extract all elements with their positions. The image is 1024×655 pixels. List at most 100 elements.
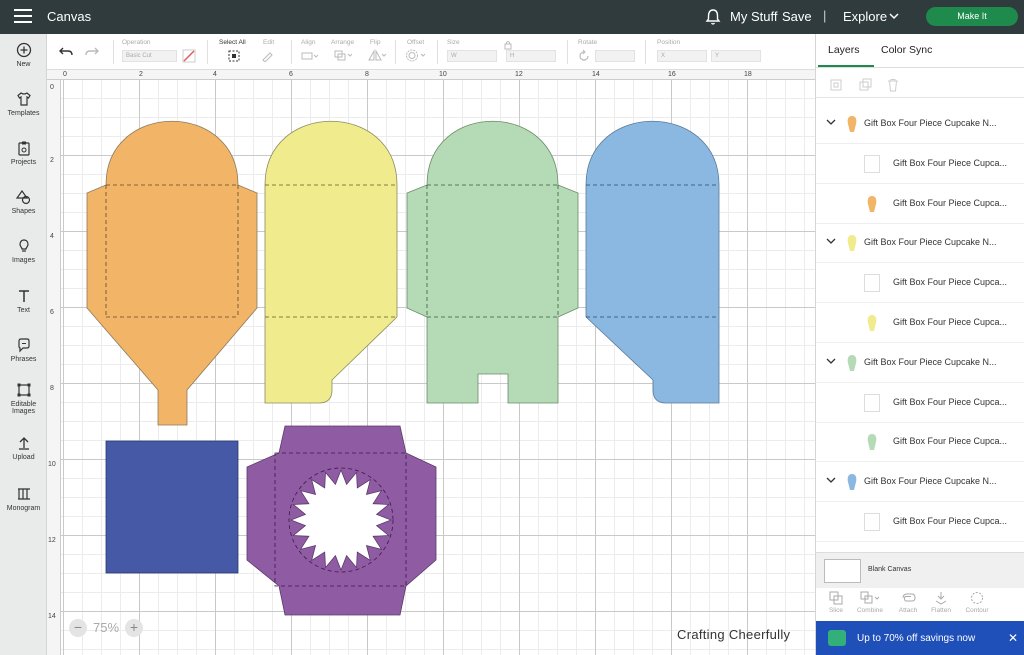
- close-icon[interactable]: ✕: [1008, 631, 1018, 645]
- orange-box-piece[interactable]: [86, 120, 258, 426]
- width-field[interactable]: W: [447, 50, 497, 62]
- layer-name: Gift Box Four Piece Cupca...: [893, 157, 1008, 168]
- layer-row[interactable]: Gift Box Four Piece Cupca...: [816, 144, 1024, 184]
- tab-color-sync[interactable]: Color Sync: [881, 44, 932, 56]
- speech-bubble-icon: [17, 338, 30, 353]
- operation-label: Operation: [122, 39, 151, 46]
- sidebar-item-text[interactable]: Text: [0, 288, 47, 314]
- layer-row[interactable]: Gift Box Four Piece Cupca...: [816, 184, 1024, 224]
- offset-icon[interactable]: [405, 49, 427, 62]
- flatten-button[interactable]: Flatten: [923, 591, 959, 614]
- chevron-down-icon[interactable]: [826, 118, 836, 126]
- shapes-icon: [15, 189, 30, 205]
- operation-select[interactable]: Basic Cut: [122, 50, 177, 62]
- zoom-out-button[interactable]: −: [69, 619, 87, 637]
- chevron-down-icon[interactable]: [889, 12, 899, 20]
- layer-row[interactable]: Gift Box Four Piece Cupca...: [816, 422, 1024, 463]
- edit-pencil-icon[interactable]: [261, 50, 277, 62]
- green-box-piece[interactable]: [406, 120, 579, 404]
- y-field[interactable]: Y: [711, 50, 761, 62]
- layer-row[interactable]: Gift Box Four Piece Cupca...: [816, 303, 1024, 343]
- layer-group-row[interactable]: Gift Box Four Piece Cupcake N...: [816, 343, 1024, 383]
- right-panel: Layers Color Sync Gift Box Four Piece Cu…: [815, 34, 1024, 655]
- sidebar-item-label: Projects: [10, 159, 37, 166]
- ruler-tick: 6: [289, 71, 293, 78]
- blue-box-piece[interactable]: [585, 120, 720, 404]
- layer-group-row[interactable]: Gift Box Four Piece Cupcake N...: [816, 223, 1024, 264]
- height-field[interactable]: H: [506, 50, 556, 62]
- bell-icon[interactable]: [705, 8, 721, 26]
- edit-toolbar: Operation Basic Cut Select All Edit Alig…: [47, 34, 815, 70]
- sidebar-item-shapes[interactable]: Shapes: [0, 189, 47, 215]
- blank-canvas-swatch[interactable]: [824, 559, 861, 583]
- layer-thumbnail: [864, 274, 880, 293]
- attach-label: Attach: [898, 607, 918, 614]
- layer-row[interactable]: Gift Box Four Piece Cupca...: [816, 263, 1024, 304]
- sidebar-item-label: Text: [17, 307, 30, 314]
- text-t-icon: [18, 290, 29, 302]
- make-it-button[interactable]: Make It: [926, 7, 1018, 26]
- select-all-icon[interactable]: [227, 49, 241, 63]
- layer-group-row[interactable]: Gift Box Four Piece Cupcake N...: [816, 104, 1024, 144]
- sidebar-item-projects[interactable]: Projects: [0, 140, 47, 166]
- rotate-icon[interactable]: [577, 49, 591, 63]
- sidebar-item-monogram[interactable]: Monogram: [0, 486, 47, 512]
- yellow-box-piece[interactable]: [264, 120, 398, 404]
- ruler-tick: 0: [63, 71, 67, 78]
- trash-icon[interactable]: [886, 78, 900, 97]
- position-label: Position: [657, 39, 681, 46]
- contour-button[interactable]: Contour: [959, 591, 995, 614]
- layer-row[interactable]: Gift Box Four Piece Cupca...: [816, 502, 1024, 542]
- lock-icon[interactable]: [504, 40, 512, 50]
- paperclip-icon: [902, 593, 916, 602]
- align-icon[interactable]: [300, 50, 318, 62]
- sidebar-item-phrases[interactable]: Phrases: [0, 337, 47, 363]
- tab-layers[interactable]: Layers: [828, 44, 860, 56]
- explore-menu[interactable]: Explore: [843, 9, 887, 24]
- undo-icon[interactable]: [58, 45, 74, 59]
- ruler-tick: 0: [50, 84, 54, 91]
- lightbulb-icon: [18, 239, 29, 252]
- layer-name: Gift Box Four Piece Cupcake N...: [864, 237, 997, 248]
- combine-button[interactable]: Combine: [852, 591, 888, 614]
- zoom-in-button[interactable]: +: [125, 619, 143, 637]
- flatten-icon: [935, 592, 947, 605]
- navy-square-piece[interactable]: [105, 440, 239, 574]
- layer-group-row[interactable]: Gift Box Four Piece Cupcake N...: [816, 462, 1024, 503]
- arrange-icon[interactable]: [333, 49, 353, 62]
- sidebar-item-images[interactable]: Images: [0, 238, 47, 264]
- hamburger-menu-icon[interactable]: [14, 9, 32, 25]
- sidebar-item-new[interactable]: New: [0, 42, 47, 68]
- sidebar-item-upload[interactable]: Upload: [0, 435, 47, 461]
- promo-text: Up to 70% off savings now: [857, 633, 976, 644]
- group-icon[interactable]: [829, 78, 843, 97]
- blank-canvas-row[interactable]: Blank Canvas: [816, 552, 1024, 588]
- duplicate-icon[interactable]: [858, 78, 872, 97]
- chevron-down-icon[interactable]: [826, 237, 836, 245]
- layer-thumbnail: [864, 513, 880, 531]
- promo-banner[interactable]: Up to 70% off savings now ✕: [816, 621, 1024, 655]
- x-field[interactable]: X: [657, 50, 707, 62]
- flip-icon[interactable]: [367, 49, 387, 62]
- attach-button[interactable]: Attach: [890, 591, 926, 614]
- save-button[interactable]: Save: [782, 9, 812, 24]
- topbar-separator: |: [823, 8, 827, 23]
- layer-thumbnail: [847, 235, 857, 252]
- rotate-field[interactable]: [595, 50, 635, 62]
- pen-color-icon[interactable]: [182, 49, 196, 63]
- design-canvas[interactable]: − 75% + Crafting Cheerfully: [61, 80, 815, 655]
- layer-row[interactable]: Gift Box Four Piece Cupca...: [816, 383, 1024, 423]
- layer-name: Gift Box Four Piece Cupca...: [893, 516, 1008, 526]
- purple-lid-piece[interactable]: [246, 425, 437, 616]
- ruler-tick: 4: [213, 71, 217, 78]
- chevron-down-icon[interactable]: [826, 476, 836, 484]
- slice-button[interactable]: Slice: [818, 591, 854, 614]
- redo-icon[interactable]: [84, 45, 100, 59]
- offset-label: Offset: [407, 39, 425, 46]
- sidebar-item-templates[interactable]: Templates: [0, 91, 47, 117]
- my-stuff-link[interactable]: My Stuff: [730, 9, 777, 24]
- chevron-down-icon[interactable]: [826, 357, 836, 365]
- left-sidebar: New Templates Projects Shapes Images Tex…: [0, 34, 47, 655]
- blank-canvas-label: Blank Canvas: [868, 566, 912, 573]
- sidebar-item-editable-images[interactable]: Editable Images: [0, 382, 47, 415]
